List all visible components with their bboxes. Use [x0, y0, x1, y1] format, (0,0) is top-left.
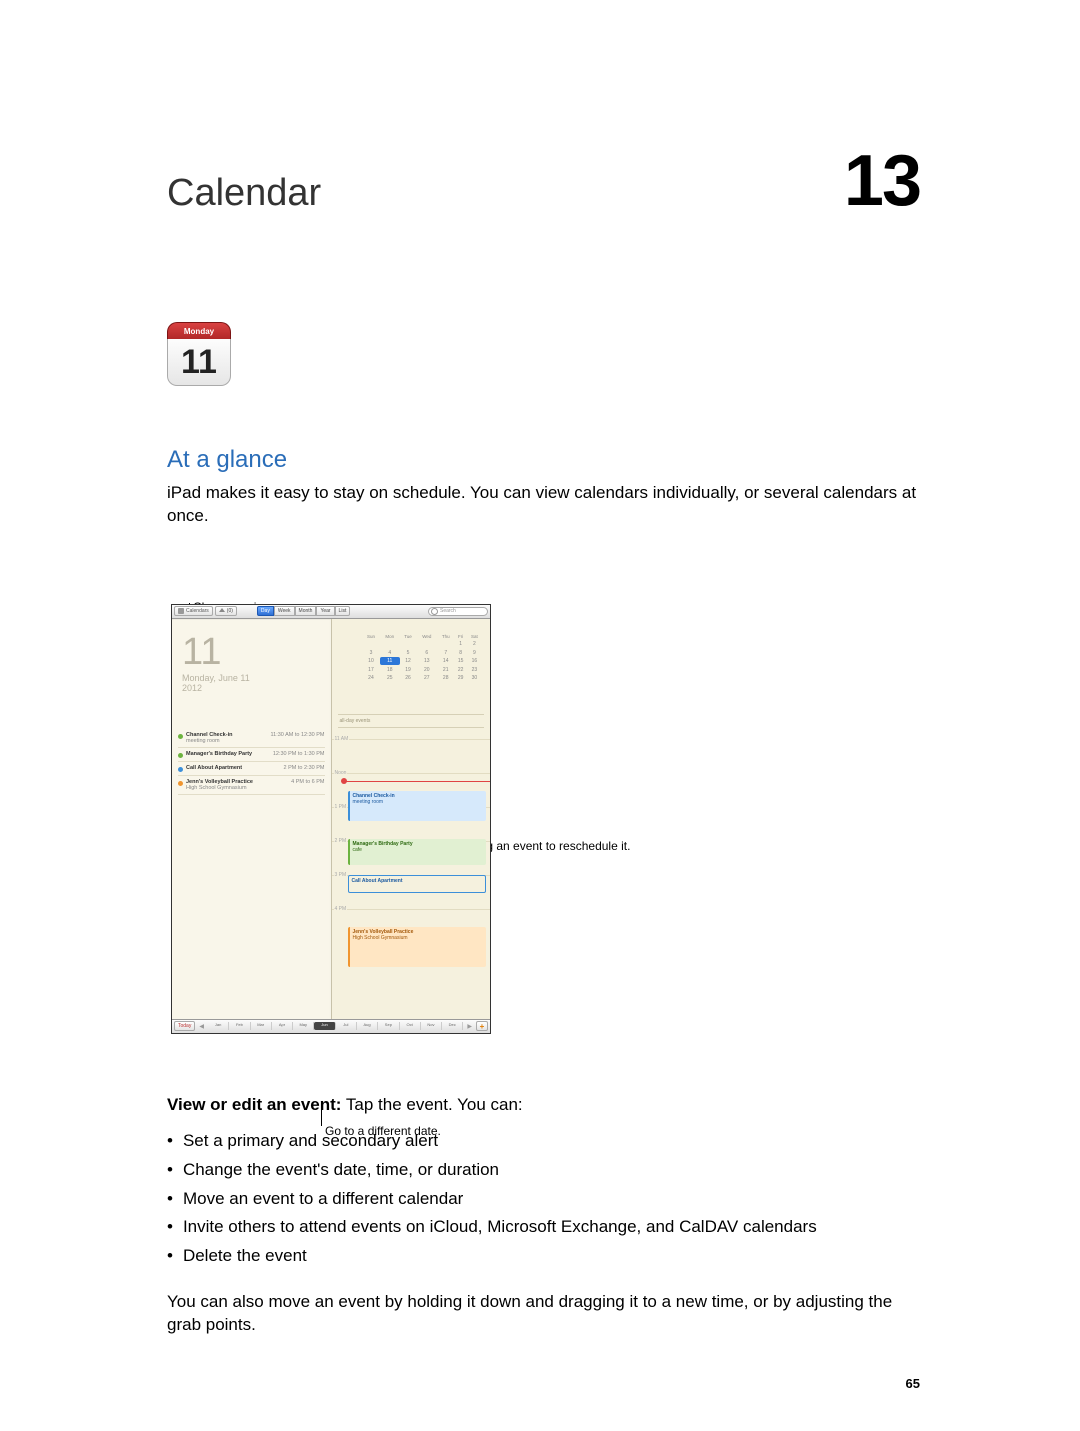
bullet-item: Move an event to a different calendar [181, 1185, 920, 1214]
left-pane: 11 Monday, June 11 2012 Channel Check-in… [172, 619, 331, 1019]
add-event-button[interactable]: + [476, 1021, 488, 1031]
icon-day: 11 [167, 339, 231, 386]
bottom-toolbar: Today ◀ JanFebMarAprMayJunJulAugSepOctNo… [172, 1019, 490, 1033]
calendar-figure: Choose a view. View invitations. Change … [167, 604, 687, 1034]
chapter-title: Calendar [167, 172, 321, 215]
event-dot-icon [178, 734, 183, 739]
date-weekday: Monday, June 11 [182, 673, 250, 683]
timeline-event[interactable]: Channel Check-inmeeting room [348, 791, 487, 821]
all-day-row: all-day events [338, 714, 485, 728]
today-button[interactable]: Today [174, 1021, 195, 1031]
right-pane: SunMonTueWedThuFriSat1234567891011121314… [332, 619, 491, 1019]
intro-paragraph: iPad makes it easy to stay on schedule. … [167, 482, 920, 528]
invitations-inbox-button[interactable]: (0) [215, 606, 237, 616]
page-number: 65 [906, 1376, 920, 1391]
bullet-item: Delete the event [181, 1242, 920, 1271]
event-dot-icon [178, 767, 183, 772]
outro-paragraph: You can also move an event by holding it… [167, 1291, 920, 1337]
search-placeholder: Search [440, 608, 456, 614]
view-tab-day[interactable]: Day [257, 606, 274, 616]
callout-text: Drag an event to reschedule it. [467, 839, 630, 854]
current-date-display: 11 Monday, June 11 2012 [182, 633, 250, 693]
callout-goto-date: Go to a different date. [325, 1124, 441, 1139]
icon-weekday: Monday [167, 322, 231, 339]
event-list: Channel Check-inmeeting room11:30 AM to … [178, 729, 325, 795]
prev-arrow-icon[interactable]: ◀ [199, 1023, 204, 1030]
howto-lead: View or edit an event: [167, 1095, 341, 1114]
timeline-event[interactable]: Jenn's Volleyball PracticeHigh School Gy… [348, 927, 487, 967]
date-day: 11 [182, 633, 250, 671]
howto-lead-paragraph: View or edit an event: Tap the event. Yo… [167, 1094, 920, 1117]
view-tab-list[interactable]: List [335, 606, 351, 616]
calendar-app-icon: Monday 11 [167, 322, 231, 386]
day-timeline[interactable]: 11 AMNoon1 PM2 PM3 PM4 PMChannel Check-i… [332, 739, 491, 1019]
top-toolbar: Calendars (0) DayWeekMonthYearList Searc… [172, 605, 490, 619]
bullet-list: Set a primary and secondary alertChange … [181, 1127, 920, 1271]
next-arrow-icon[interactable]: ▶ [467, 1023, 472, 1030]
view-tab-year[interactable]: Year [316, 606, 334, 616]
list-item[interactable]: Manager's Birthday Party12:30 PM to 1:30… [178, 748, 325, 762]
view-tab-week[interactable]: Week [274, 606, 295, 616]
calendar-screenshot: Calendars (0) DayWeekMonthYearList Searc… [171, 604, 491, 1034]
view-segmented-control[interactable]: DayWeekMonthYearList [257, 606, 350, 616]
list-item[interactable]: Call About Apartment2 PM to 2:30 PM [178, 762, 325, 776]
event-dot-icon [178, 753, 183, 758]
list-item[interactable]: Channel Check-inmeeting room11:30 AM to … [178, 729, 325, 748]
event-dot-icon [178, 781, 183, 786]
bullet-item: Change the event's date, time, or durati… [181, 1156, 920, 1185]
mini-calendar[interactable]: SunMonTueWedThuFriSat1234567891011121314… [362, 633, 482, 682]
bullet-item: Set a primary and secondary alert [181, 1127, 920, 1156]
timeline-event[interactable]: Manager's Birthday Partycafe [348, 839, 487, 865]
chapter-number: 13 [844, 140, 920, 222]
timeline-event[interactable]: Call About Apartment [348, 875, 487, 893]
date-year: 2012 [182, 683, 250, 693]
list-item[interactable]: Jenn's Volleyball PracticeHigh School Gy… [178, 776, 325, 795]
howto-text: Tap the event. You can: [341, 1095, 522, 1114]
month-scrubber[interactable]: JanFebMarAprMayJunJulAugSepOctNovDec [208, 1022, 463, 1030]
section-heading: At a glance [167, 446, 920, 474]
callout-text: Go to a different date. [325, 1124, 441, 1139]
callout-drag-event: Drag an event to reschedule it. [467, 839, 630, 854]
view-tab-month[interactable]: Month [295, 606, 317, 616]
search-input[interactable]: Search [428, 607, 488, 616]
bullet-item: Invite others to attend events on iCloud… [181, 1213, 920, 1242]
chapter-header: Calendar 13 [167, 140, 920, 222]
calendars-button[interactable]: Calendars [174, 606, 213, 616]
